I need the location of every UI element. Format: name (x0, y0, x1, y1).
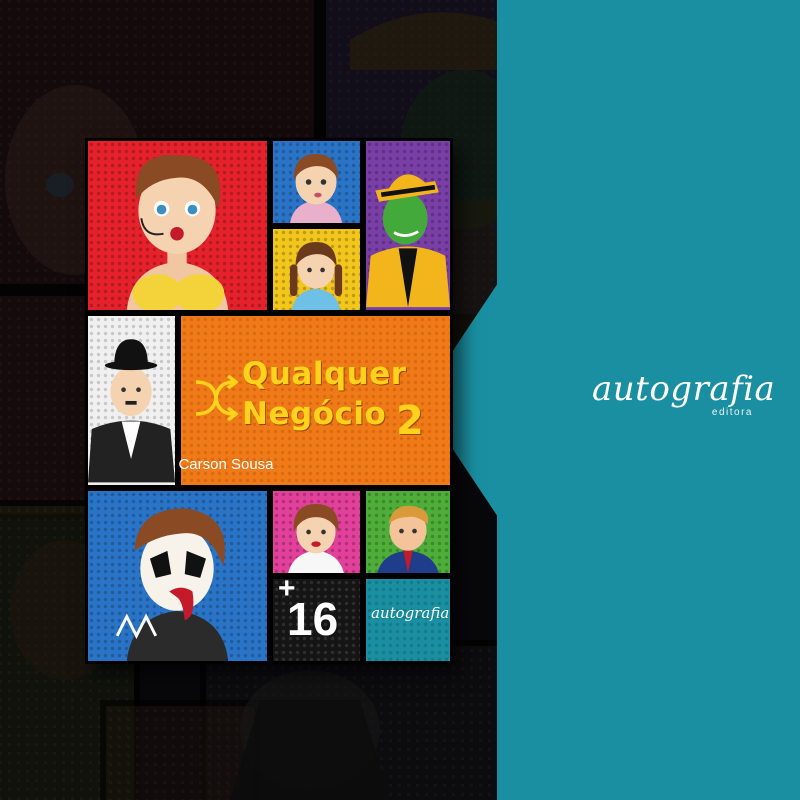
character-woman-illustration (288, 504, 344, 573)
character-mask-illustration (366, 174, 450, 308)
character-rocker-illustration (115, 508, 229, 661)
publisher-logo: autografia editora (592, 369, 776, 418)
panel-politician (363, 488, 453, 576)
character-braids-girl-illustration (289, 242, 343, 310)
age-rating-number: 16 (287, 593, 339, 645)
cover-publisher-name: autografia (371, 604, 450, 622)
panel-girl-yellow (270, 226, 363, 313)
publisher-name: autografia (592, 369, 776, 409)
cover-title-number: 2 (396, 398, 424, 444)
title-arrows-icon (195, 374, 238, 422)
character-girl-illustration (289, 154, 343, 223)
panel-gentleman (85, 313, 178, 488)
arrow-notch-icon (497, 280, 577, 520)
character-singer-illustration (126, 155, 229, 310)
cover-title-line1: Qualquer (242, 356, 407, 392)
panel-rocker (85, 488, 270, 664)
cover-author: Carson Sousa (178, 456, 274, 473)
panel-singer (85, 138, 270, 313)
panel-mask (363, 138, 453, 313)
panel-girl-blue (270, 138, 363, 226)
character-politician-illustration (377, 505, 439, 573)
character-gentleman-illustration (88, 339, 175, 483)
panel-woman-pink (270, 488, 363, 576)
cover-title-line2: Negócio (242, 396, 387, 432)
